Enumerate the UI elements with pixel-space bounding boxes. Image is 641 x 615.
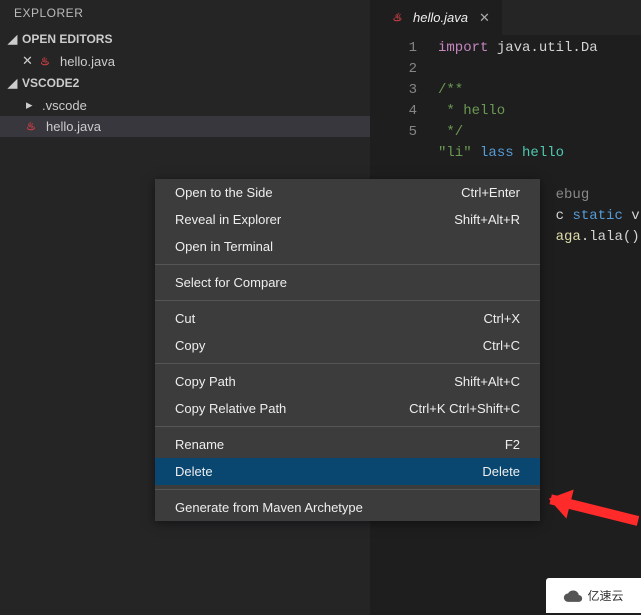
editor-tab[interactable]: ♨ hello.java ✕ bbox=[380, 0, 502, 35]
menu-item-open-in-terminal[interactable]: Open in Terminal bbox=[155, 233, 540, 260]
tab-filename: hello.java bbox=[413, 10, 468, 25]
menu-item-copy[interactable]: Copy Ctrl+C bbox=[155, 332, 540, 359]
menu-item-generate-from-maven-archetype[interactable]: Generate from Maven Archetype bbox=[155, 494, 540, 521]
menu-item-rename[interactable]: Rename F2 bbox=[155, 431, 540, 458]
file-name: hello.java bbox=[46, 119, 101, 134]
java-file-icon: ♨ bbox=[26, 120, 40, 133]
menu-item-label: Generate from Maven Archetype bbox=[175, 500, 363, 515]
menu-item-open-to-the-side[interactable]: Open to the Side Ctrl+Enter bbox=[155, 179, 540, 206]
open-editor-filename: hello.java bbox=[60, 54, 115, 69]
menu-item-select-for-compare[interactable]: Select for Compare bbox=[155, 269, 540, 296]
menu-item-label: Rename bbox=[175, 437, 224, 452]
workspace-label: VSCODE2 bbox=[22, 76, 79, 90]
caret-down-icon: ◢ bbox=[8, 32, 18, 46]
menu-item-label: Copy bbox=[175, 338, 205, 353]
menu-item-shortcut: Shift+Alt+R bbox=[454, 212, 520, 227]
line-numbers: 1 2 3 4 5 bbox=[380, 38, 435, 143]
tab-bar: ♨ hello.java ✕ bbox=[380, 0, 641, 35]
menu-item-copy-path[interactable]: Copy Path Shift+Alt+C bbox=[155, 368, 540, 395]
open-editor-item[interactable]: ✕ ♨ hello.java bbox=[0, 50, 370, 72]
menu-separator bbox=[155, 489, 540, 490]
menu-item-label: Copy Path bbox=[175, 374, 236, 389]
menu-item-delete[interactable]: Delete Delete bbox=[155, 458, 540, 485]
context-menu: Open to the Side Ctrl+Enter Reveal in Expl… bbox=[155, 179, 540, 521]
open-editors-label: OPEN EDITORS bbox=[22, 32, 112, 46]
explorer-title: EXPLORER bbox=[0, 0, 370, 28]
menu-item-shortcut: Shift+Alt+C bbox=[454, 374, 520, 389]
menu-separator bbox=[155, 426, 540, 427]
java-file-icon: ♨ bbox=[392, 11, 406, 24]
menu-item-label: Open in Terminal bbox=[175, 239, 273, 254]
menu-item-label: Open to the Side bbox=[175, 185, 273, 200]
workspace-section[interactable]: ◢ VSCODE2 bbox=[0, 72, 370, 94]
menu-item-shortcut: Ctrl+K Ctrl+Shift+C bbox=[409, 401, 520, 416]
menu-item-cut[interactable]: Cut Ctrl+X bbox=[155, 305, 540, 332]
menu-item-shortcut: Ctrl+X bbox=[484, 311, 520, 326]
caret-down-icon: ◢ bbox=[8, 76, 18, 90]
menu-item-shortcut: F2 bbox=[505, 437, 520, 452]
menu-item-label: Select for Compare bbox=[175, 275, 287, 290]
menu-item-label: Delete bbox=[175, 464, 213, 479]
menu-item-label: Reveal in Explorer bbox=[175, 212, 281, 227]
menu-item-shortcut: Ctrl+Enter bbox=[461, 185, 520, 200]
cloud-icon bbox=[563, 586, 583, 606]
menu-item-shortcut: Delete bbox=[482, 464, 520, 479]
java-file-icon: ♨ bbox=[40, 55, 54, 68]
open-editors-section[interactable]: ◢ OPEN EDITORS bbox=[0, 28, 370, 50]
menu-item-label: Cut bbox=[175, 311, 195, 326]
close-tab-icon[interactable]: ✕ bbox=[479, 10, 490, 26]
menu-separator bbox=[155, 363, 540, 364]
tree-folder-vscode[interactable]: ▸ .vscode bbox=[0, 94, 370, 116]
menu-item-copy-relative-path[interactable]: Copy Relative Path Ctrl+K Ctrl+Shift+C bbox=[155, 395, 540, 422]
menu-item-label: Copy Relative Path bbox=[175, 401, 286, 416]
menu-separator bbox=[155, 264, 540, 265]
tree-file-hello[interactable]: ♨ hello.java bbox=[0, 116, 370, 137]
close-icon[interactable]: ✕ bbox=[22, 53, 34, 69]
watermark: 亿速云 bbox=[546, 578, 641, 613]
menu-separator bbox=[155, 300, 540, 301]
menu-item-shortcut: Ctrl+C bbox=[483, 338, 520, 353]
folder-name: .vscode bbox=[42, 98, 87, 113]
menu-item-reveal-in-explorer[interactable]: Reveal in Explorer Shift+Alt+R bbox=[155, 206, 540, 233]
caret-right-icon: ▸ bbox=[26, 97, 36, 113]
